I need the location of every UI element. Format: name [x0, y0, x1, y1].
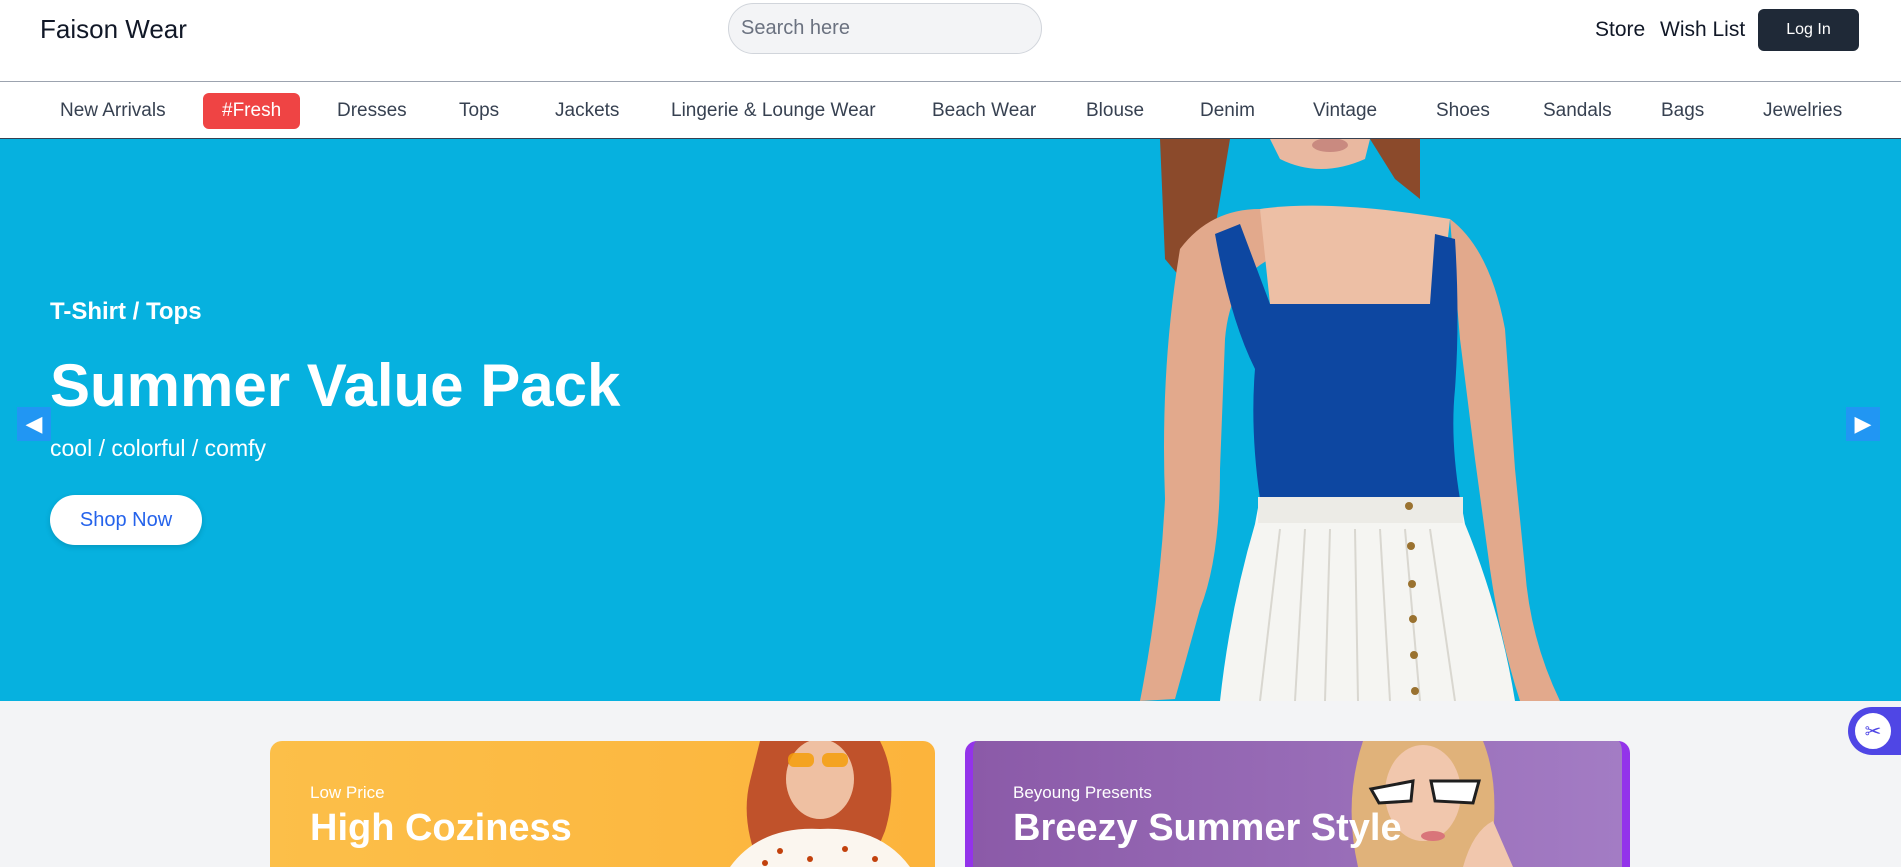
- hero-kicker: T-Shirt / Tops: [50, 298, 202, 325]
- promo-kicker: Beyoung Presents: [1013, 783, 1152, 802]
- hero-title: Summer Value Pack: [50, 352, 621, 419]
- wishlist-link[interactable]: Wish List: [1660, 18, 1745, 42]
- category-bags[interactable]: Bags: [1661, 93, 1704, 129]
- left-arrow-icon: ◀: [25, 411, 43, 436]
- promo-title: High Coziness: [310, 807, 572, 849]
- shop-now-button[interactable]: Shop Now: [50, 495, 202, 545]
- promo-card-high-coziness[interactable]: Low Price High Coziness: [270, 741, 935, 867]
- category-beach-wear[interactable]: Beach Wear: [932, 93, 1036, 129]
- category-denim[interactable]: Denim: [1200, 93, 1255, 129]
- category-new-arrivals[interactable]: New Arrivals: [60, 93, 166, 129]
- category-vintage[interactable]: Vintage: [1313, 93, 1377, 129]
- hero-model-image: [1140, 139, 1560, 701]
- store-link[interactable]: Store: [1595, 18, 1645, 42]
- category-sandals[interactable]: Sandals: [1543, 93, 1612, 129]
- category-jewelries[interactable]: Jewelries: [1763, 93, 1842, 129]
- promo-model-image: [730, 741, 910, 867]
- floating-tool-button[interactable]: ✂: [1848, 707, 1901, 755]
- scissors-icon: ✂: [1853, 711, 1893, 751]
- right-arrow-icon: ▶: [1854, 411, 1872, 436]
- category-tops[interactable]: Tops: [459, 93, 499, 129]
- carousel-next-button[interactable]: ▶: [1846, 407, 1880, 441]
- page: Faison Wear Store Wish List Log In New A…: [0, 0, 1901, 867]
- promo-kicker: Low Price: [310, 783, 385, 802]
- brand-logo[interactable]: Faison Wear: [40, 14, 187, 45]
- login-button[interactable]: Log In: [1758, 9, 1859, 51]
- hero-banner: T-Shirt / Tops Summer Value Pack cool / …: [0, 139, 1901, 701]
- carousel-prev-button[interactable]: ◀: [17, 407, 51, 441]
- category-lingerie[interactable]: Lingerie & Lounge Wear: [671, 93, 876, 129]
- hero-subtitle: cool / colorful / comfy: [50, 435, 267, 461]
- category-shoes[interactable]: Shoes: [1436, 93, 1490, 129]
- category-fresh[interactable]: #Fresh: [203, 93, 301, 129]
- search-input[interactable]: [728, 3, 1042, 54]
- category-nav: New Arrivals #Fresh Dresses Tops Jackets…: [0, 81, 1901, 139]
- category-jackets[interactable]: Jackets: [555, 93, 619, 129]
- category-dresses[interactable]: Dresses: [337, 93, 407, 129]
- promo-card-breezy-summer[interactable]: Beyoung Presents Breezy Summer Style: [965, 741, 1630, 867]
- promo-title: Breezy Summer Style: [1013, 807, 1402, 849]
- top-header: Faison Wear Store Wish List Log In: [0, 0, 1901, 81]
- category-blouse[interactable]: Blouse: [1086, 93, 1144, 129]
